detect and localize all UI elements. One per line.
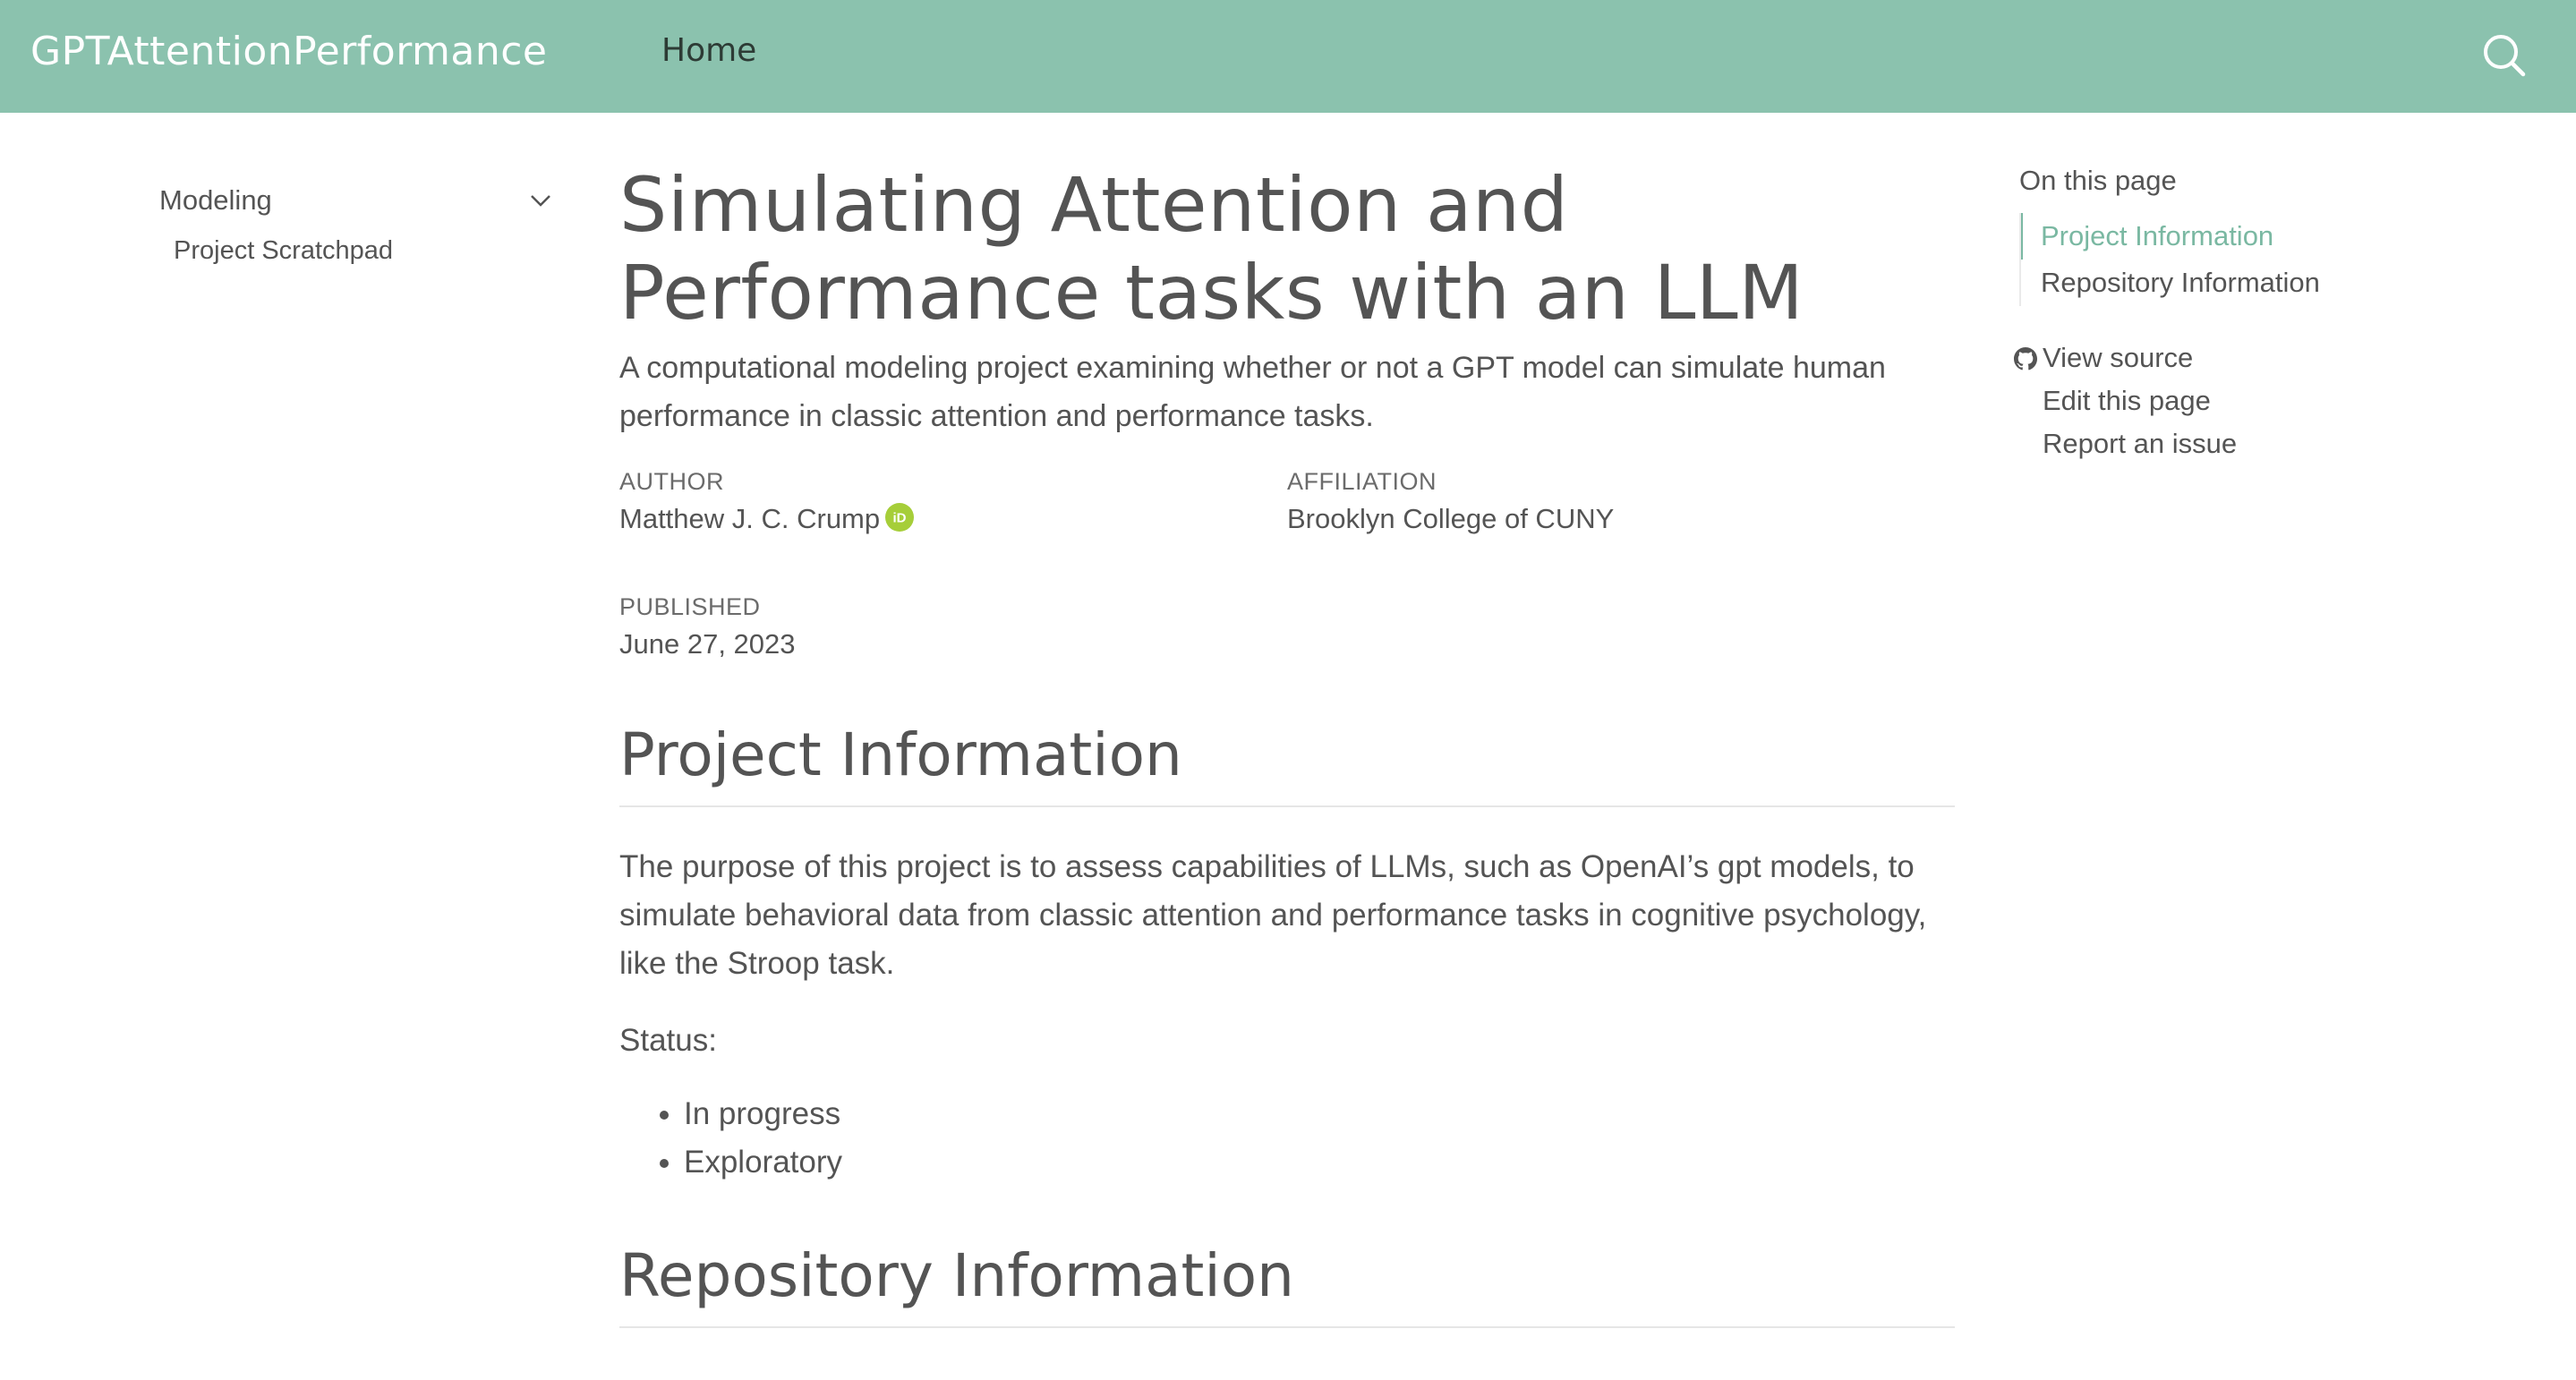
site-brand-link[interactable]: GPTAttentionPerformance bbox=[30, 29, 547, 74]
nav-home-link[interactable]: Home bbox=[661, 32, 756, 69]
author-label: AUTHOR bbox=[619, 468, 724, 495]
sidebar-section-label: Modeling bbox=[159, 184, 272, 216]
toc-active-indicator bbox=[2021, 213, 2023, 260]
title-metadata: AUTHOR Matthew J. C. Crump iD AFFILIATIO… bbox=[619, 465, 1955, 718]
search-button[interactable] bbox=[2481, 32, 2528, 79]
toc-link-project-information[interactable]: Project Information bbox=[2041, 213, 2521, 260]
orcid-icon[interactable]: iD bbox=[885, 502, 915, 532]
sidebar-item-project-scratchpad[interactable]: Project Scratchpad bbox=[174, 227, 553, 274]
view-source-link[interactable]: View source bbox=[2014, 336, 2521, 379]
affiliation-label: AFFILIATION bbox=[1287, 468, 1437, 495]
report-issue-link[interactable]: Report an issue bbox=[2019, 422, 2521, 465]
published-block: PUBLISHED June 27, 2023 bbox=[619, 591, 796, 666]
published-date: June 27, 2023 bbox=[619, 628, 796, 660]
top-navbar: GPTAttentionPerformance Home bbox=[0, 0, 2576, 113]
chevron-down-icon[interactable] bbox=[528, 190, 553, 211]
search-icon bbox=[2484, 35, 2526, 77]
section-repository-information: Repository Information bbox=[619, 1239, 1955, 1328]
toc-title: On this page bbox=[2019, 165, 2177, 196]
svg-text:iD: iD bbox=[893, 510, 907, 525]
section-heading-repository-information: Repository Information bbox=[619, 1239, 1955, 1328]
edit-page-link[interactable]: Edit this page bbox=[2019, 379, 2521, 422]
sidebar-section-modeling[interactable]: Modeling bbox=[159, 175, 553, 226]
affiliation-value: Brooklyn College of CUNY bbox=[1287, 503, 1615, 534]
status-label: Status: bbox=[619, 1023, 717, 1058]
repo-actions: View source Edit this page Report an iss… bbox=[2014, 336, 2521, 465]
status-list: In progress Exploratory bbox=[619, 1090, 1955, 1187]
section-project-information: Project Information The purpose of this … bbox=[619, 718, 1955, 1187]
page-subtitle: A computational modeling project examini… bbox=[619, 351, 1886, 433]
main-content: Simulating Attention and Performance tas… bbox=[619, 161, 1955, 1328]
page-title: Simulating Attention and Performance tas… bbox=[619, 161, 1804, 336]
author-row: Matthew J. C. Crump iD bbox=[619, 498, 915, 541]
left-sidebar: Modeling Project Scratchpad bbox=[159, 175, 553, 274]
view-source-label: View source bbox=[2043, 342, 2194, 373]
author-name: Matthew J. C. Crump bbox=[619, 503, 881, 534]
table-of-contents: On this page Project Information Reposit… bbox=[2014, 159, 2521, 465]
toc-link-repository-information[interactable]: Repository Information bbox=[2041, 260, 2521, 306]
status-item: Exploratory bbox=[684, 1138, 1955, 1187]
section-heading-project-information: Project Information bbox=[619, 718, 1955, 807]
github-icon bbox=[2014, 347, 2037, 371]
toc-list: Project Information Repository Informati… bbox=[2019, 213, 2521, 306]
affiliation-block: AFFILIATION Brooklyn College of CUNY bbox=[1287, 465, 1614, 541]
project-purpose-paragraph: The purpose of this project is to assess… bbox=[619, 849, 1927, 981]
status-item: In progress bbox=[684, 1090, 1955, 1138]
author-block: AUTHOR Matthew J. C. Crump iD bbox=[619, 465, 915, 541]
published-label: PUBLISHED bbox=[619, 593, 761, 620]
